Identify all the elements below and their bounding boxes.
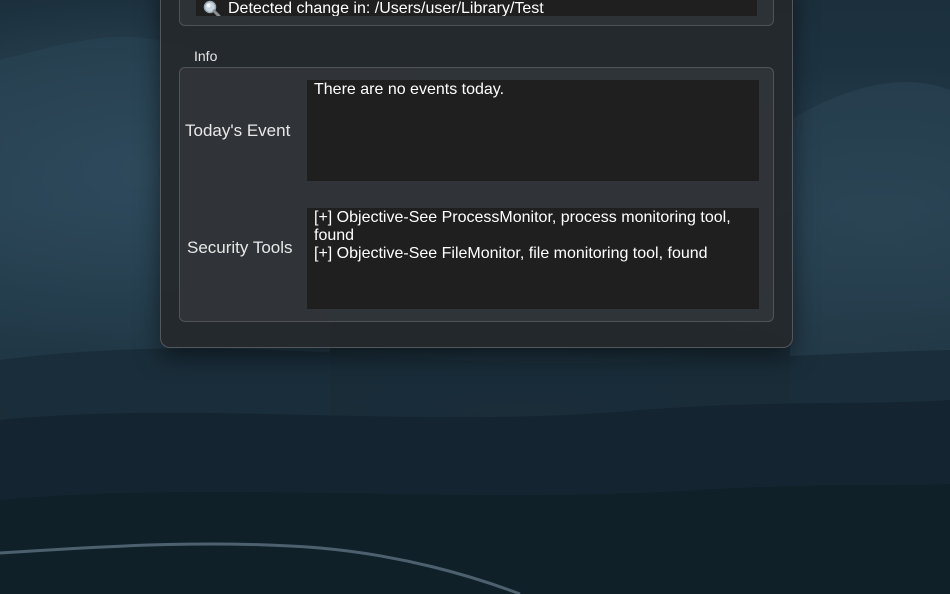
info-section-label: Info	[194, 48, 218, 64]
magnifier-icon	[202, 0, 222, 16]
security-tools-label: Security Tools	[187, 238, 293, 257]
log-group: Detected change in: /Users/user/Library/…	[179, 0, 774, 26]
todays-event-label: Today's Event	[185, 121, 291, 140]
todays-event-text-area[interactable]: There are no events today.	[307, 80, 759, 181]
info-group: Today's Event There are no events today.…	[179, 67, 774, 322]
security-tools-text-area[interactable]: [+] Objective-See ProcessMonitor, proces…	[307, 208, 759, 309]
log-text-area[interactable]: Detected change in: /Users/user/Library/…	[196, 0, 757, 16]
main-window-panel: Detected change in: /Users/user/Library/…	[160, 0, 793, 348]
log-line-text: Detected change in: /Users/user/Library/…	[228, 0, 544, 16]
log-line: Detected change in: /Users/user/Library/…	[202, 0, 544, 16]
